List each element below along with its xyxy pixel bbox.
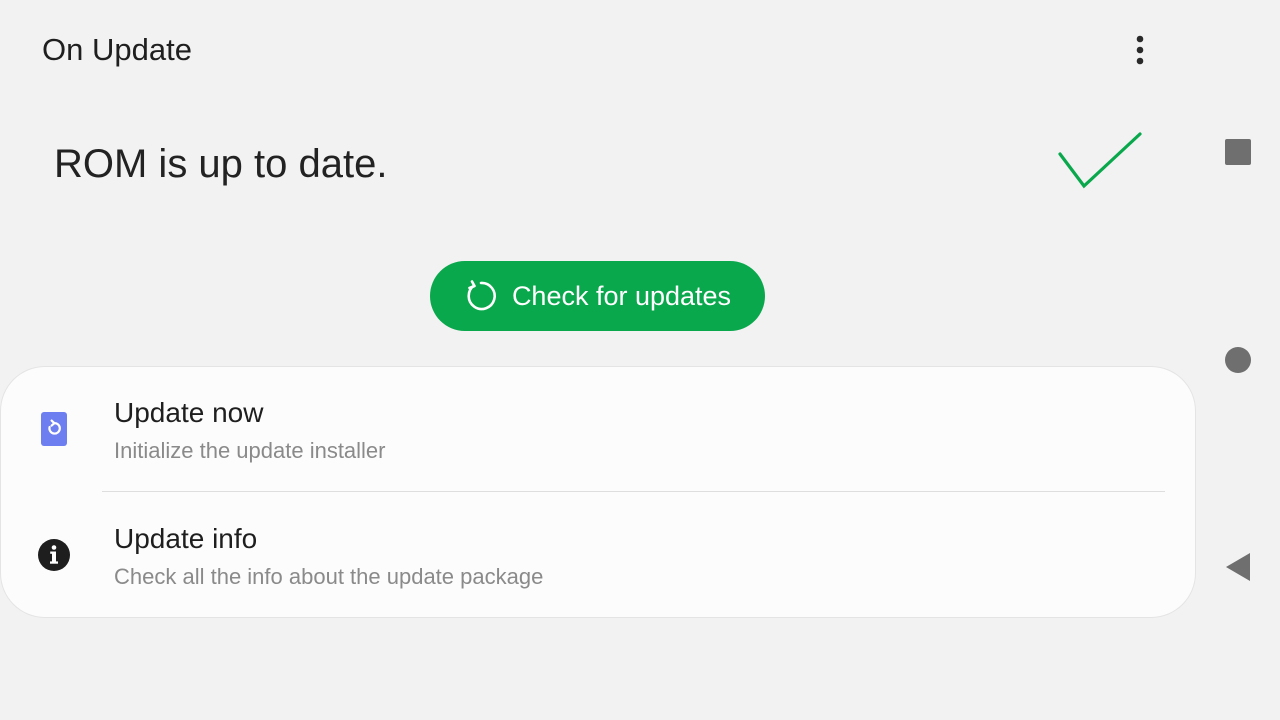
home-icon [1225, 347, 1251, 373]
home-button[interactable] [1218, 340, 1258, 380]
info-icon [35, 536, 73, 574]
actions-card: Update now Initialize the update install… [1, 367, 1195, 617]
more-options-button[interactable] [1120, 28, 1160, 72]
list-item-update-info[interactable]: Update info Check all the info about the… [1, 492, 1195, 617]
list-item-update-now[interactable]: Update now Initialize the update install… [1, 367, 1195, 492]
update-now-subtitle: Initialize the update installer [114, 438, 386, 463]
update-info-title: Update info [114, 523, 258, 554]
recents-icon [1225, 139, 1251, 165]
refresh-icon [464, 279, 498, 313]
update-status-message: ROM is up to date. [54, 142, 388, 186]
update-info-subtitle: Check all the info about the update pack… [114, 564, 544, 589]
recents-button[interactable] [1218, 132, 1258, 172]
check-for-updates-label: Check for updates [511, 280, 732, 311]
check-for-updates-button[interactable]: Check for updates [430, 261, 765, 331]
back-button[interactable] [1218, 547, 1258, 587]
check-icon [1058, 132, 1142, 189]
more-vert-icon [1136, 35, 1144, 65]
update-icon [35, 410, 73, 448]
screen: On Update ROM is up to date. Check for u… [0, 0, 1280, 720]
app-title: On Update [42, 32, 192, 67]
navigation-bar [1196, 0, 1280, 720]
update-now-title: Update now [114, 397, 264, 428]
back-icon [1226, 553, 1250, 581]
